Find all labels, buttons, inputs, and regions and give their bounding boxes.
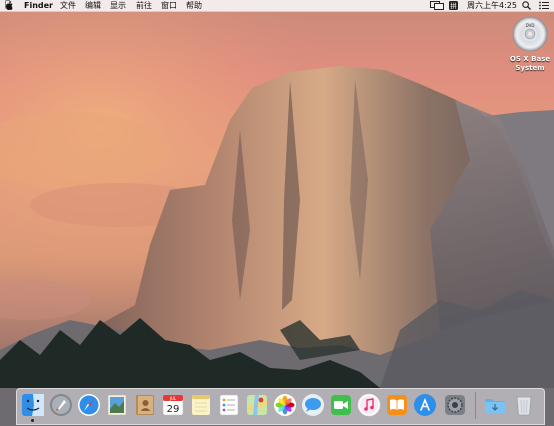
dock-maps[interactable] bbox=[245, 393, 269, 417]
menu-edit[interactable]: 编辑 bbox=[85, 0, 101, 11]
svg-text:拼: 拼 bbox=[450, 1, 457, 10]
notification-center-icon[interactable] bbox=[539, 1, 549, 10]
dock-reminders[interactable] bbox=[217, 393, 241, 417]
dock-system-preferences[interactable] bbox=[443, 393, 467, 417]
dock-mail[interactable] bbox=[105, 393, 129, 417]
dock-calendar[interactable]: JUL 29 bbox=[161, 393, 185, 417]
calendar-day: 29 bbox=[167, 404, 180, 415]
finder-icon bbox=[22, 394, 44, 416]
reminders-icon bbox=[219, 394, 239, 416]
ibooks-icon bbox=[387, 395, 407, 415]
finder-running-indicator bbox=[31, 419, 34, 422]
spotlight-icon[interactable] bbox=[522, 1, 531, 10]
dock-downloads[interactable] bbox=[483, 393, 507, 417]
notes-icon bbox=[192, 395, 210, 415]
yosemite-wallpaper bbox=[0, 0, 554, 426]
calendar-icon: JUL 29 bbox=[162, 394, 184, 416]
clock[interactable]: 周六上午4:25 bbox=[467, 0, 517, 11]
disk-label[interactable]: OS X Base System bbox=[500, 55, 554, 73]
maps-icon bbox=[247, 395, 267, 415]
dock-separator bbox=[475, 392, 476, 419]
dock-itunes[interactable] bbox=[357, 393, 381, 417]
svg-text:DVD: DVD bbox=[526, 23, 535, 28]
safari-compass-icon bbox=[78, 394, 100, 416]
dock-finder[interactable] bbox=[21, 393, 45, 417]
dvd-disc-icon[interactable]: DVD bbox=[512, 16, 548, 52]
apple-logo-icon[interactable] bbox=[5, 1, 13, 10]
menu-file[interactable]: 文件 bbox=[60, 0, 76, 11]
downloads-folder-icon bbox=[485, 399, 505, 413]
trash-icon bbox=[516, 396, 532, 416]
dock-notes[interactable] bbox=[189, 393, 213, 417]
dock-safari[interactable] bbox=[77, 393, 101, 417]
os-x-base-system-disk[interactable]: DVD bbox=[510, 16, 550, 56]
dock-contacts[interactable] bbox=[133, 393, 157, 417]
disk-label-line2: System bbox=[515, 64, 545, 72]
mail-stamp-icon bbox=[107, 394, 127, 416]
app-store-icon bbox=[414, 394, 436, 416]
menu-go[interactable]: 前往 bbox=[136, 0, 152, 11]
menu-help[interactable]: 帮助 bbox=[186, 0, 202, 11]
facetime-icon bbox=[331, 395, 351, 415]
itunes-icon bbox=[357, 393, 381, 417]
launchpad-rocket-icon bbox=[50, 394, 72, 416]
dock-app-store[interactable] bbox=[413, 393, 437, 417]
calendar-month: JUL bbox=[169, 396, 177, 401]
menu-bar:  Finder 文件 编辑 显示 前往 窗口 帮助 拼 周六上午4:25 bbox=[0, 0, 554, 12]
menu-finder[interactable]: Finder bbox=[24, 0, 53, 11]
photos-icon bbox=[274, 394, 296, 416]
menu-window[interactable]: 窗口 bbox=[161, 0, 177, 11]
dock-trash[interactable] bbox=[512, 393, 536, 417]
dock-launchpad[interactable] bbox=[49, 393, 73, 417]
dock-messages[interactable] bbox=[301, 393, 325, 417]
dock-photos[interactable] bbox=[273, 393, 297, 417]
menu-view[interactable]: 显示 bbox=[110, 0, 126, 11]
disk-label-line1: OS X Base bbox=[509, 55, 551, 63]
contacts-book-icon bbox=[136, 395, 154, 415]
desktop:  Finder 文件 编辑 显示 前往 窗口 帮助 拼 周六上午4:25 bbox=[0, 0, 554, 426]
system-preferences-icon bbox=[445, 395, 465, 415]
dock-facetime[interactable] bbox=[329, 393, 353, 417]
display-mirror-icon[interactable] bbox=[430, 1, 444, 10]
messages-icon bbox=[302, 394, 324, 416]
input-method-icon[interactable]: 拼 bbox=[449, 1, 458, 10]
dock-ibooks[interactable] bbox=[385, 393, 409, 417]
